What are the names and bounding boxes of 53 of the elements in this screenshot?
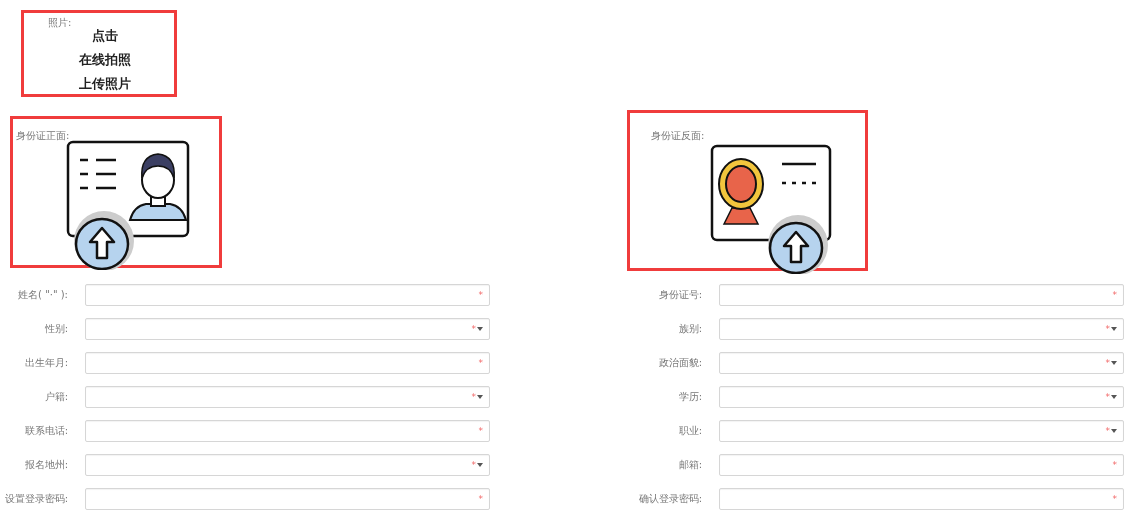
dropdown-field[interactable]: * — [85, 454, 490, 476]
field-label: 政治面貌: — [657, 356, 702, 370]
caret-icon — [1111, 395, 1117, 399]
required-mark: * — [1112, 290, 1117, 300]
required-mark: * — [478, 426, 483, 436]
required-mark: * — [1105, 426, 1110, 436]
dropdown-field[interactable]: * — [719, 386, 1124, 408]
dropdown-field[interactable]: * — [719, 352, 1124, 374]
caret-icon — [1111, 429, 1117, 433]
field-label: 户籍: — [43, 390, 68, 404]
field-label: 设置登录密码: — [3, 492, 68, 506]
field-label: 学历: — [677, 390, 702, 404]
input-field[interactable]: * — [85, 420, 490, 442]
field-label: 邮箱: — [677, 458, 702, 472]
field-label: 联系电话: — [23, 424, 68, 438]
input-field[interactable]: * — [719, 488, 1124, 510]
input-field[interactable]: * — [85, 284, 490, 306]
field-label: 报名地州: — [23, 458, 68, 472]
dropdown-field[interactable]: * — [85, 386, 490, 408]
caret-icon — [1111, 361, 1117, 365]
dropdown-field[interactable]: * — [719, 318, 1124, 340]
field-label: 身份证号: — [657, 288, 702, 302]
input-field[interactable]: * — [719, 454, 1124, 476]
caret-icon — [477, 327, 483, 331]
field-label: 性别: — [43, 322, 68, 336]
input-field[interactable]: * — [719, 284, 1124, 306]
dropdown-field[interactable]: * — [85, 318, 490, 340]
dropdown-field[interactable]: * — [719, 420, 1124, 442]
required-mark: * — [1112, 460, 1117, 470]
required-mark: * — [1105, 358, 1110, 368]
required-mark: * — [478, 494, 483, 504]
required-mark: * — [478, 290, 483, 300]
field-label: 身份证正面: — [16, 130, 70, 143]
caret-icon — [1111, 327, 1117, 331]
field-label: 确认登录密码: — [637, 492, 702, 506]
caret-icon — [477, 395, 483, 399]
field-label: 身份证反面: — [651, 130, 705, 143]
required-mark: * — [1105, 392, 1110, 402]
required-mark: * — [471, 324, 476, 334]
field-label: 姓名( "·" ): — [17, 288, 68, 302]
field-label: 职业: — [677, 424, 702, 438]
input-field[interactable]: * — [85, 352, 490, 374]
required-mark: * — [471, 392, 476, 402]
input-field[interactable]: * — [85, 488, 490, 510]
caret-icon — [477, 463, 483, 467]
field-label: 照片: — [48, 17, 72, 30]
field-label: 出生年月: — [23, 356, 68, 370]
required-mark: * — [1112, 494, 1117, 504]
required-mark: * — [478, 358, 483, 368]
field-label: 族别: — [677, 322, 702, 336]
required-mark: * — [1105, 324, 1110, 334]
photo-upload-button[interactable]: 点击 在线拍照 上传照片 — [79, 17, 132, 94]
required-mark: * — [471, 460, 476, 470]
